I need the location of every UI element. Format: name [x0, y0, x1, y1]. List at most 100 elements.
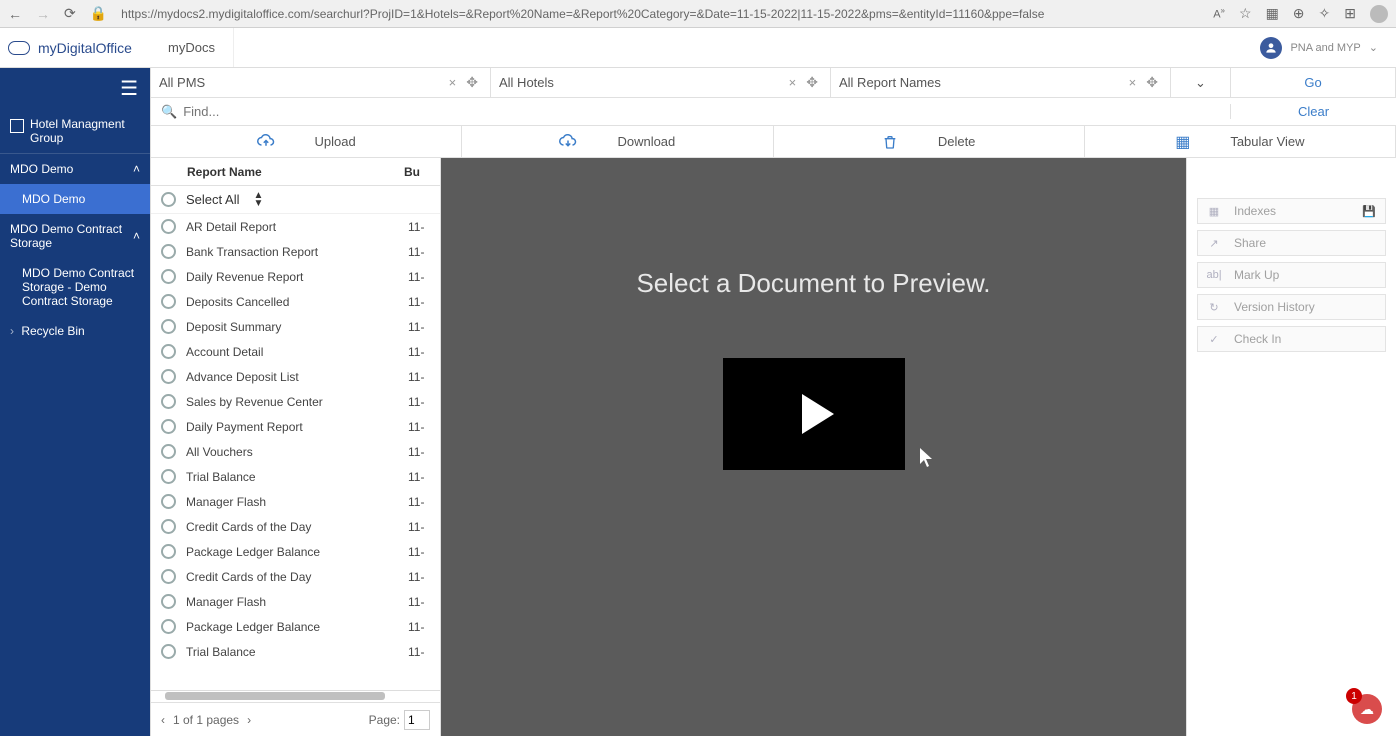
- upload-button[interactable]: Upload: [151, 126, 462, 157]
- row-radio[interactable]: [161, 269, 176, 284]
- text-size-icon[interactable]: A»: [1213, 6, 1225, 21]
- row-radio[interactable]: [161, 394, 176, 409]
- filter-pms[interactable]: All PMS × ✥: [151, 68, 491, 97]
- row-radio[interactable]: [161, 644, 176, 659]
- ext2-icon[interactable]: ⊕: [1293, 5, 1305, 22]
- report-row[interactable]: Credit Cards of the Day11-: [151, 514, 440, 539]
- report-row[interactable]: Trial Balance11-: [151, 639, 440, 664]
- url-bar[interactable]: https://mydocs2.mydigitaloffice.com/sear…: [121, 7, 1199, 21]
- preview-message: Select a Document to Preview.: [636, 268, 990, 299]
- caret-right-icon: ›: [10, 324, 14, 338]
- download-button[interactable]: Download: [462, 126, 773, 157]
- move-icon[interactable]: ✥: [802, 74, 822, 91]
- select-all-radio[interactable]: [161, 192, 176, 207]
- profile-avatar[interactable]: [1370, 5, 1388, 23]
- clear-button[interactable]: Clear: [1230, 104, 1396, 119]
- sidebar-item-recycle-bin[interactable]: › Recycle Bin: [0, 316, 150, 346]
- panel-check-in[interactable]: ✓ Check In: [1197, 326, 1386, 352]
- page-input[interactable]: [404, 710, 430, 730]
- clear-hotels-icon[interactable]: ×: [783, 75, 803, 90]
- row-report-name: Credit Cards of the Day: [186, 570, 398, 584]
- tab-mydocs[interactable]: myDocs: [150, 28, 234, 67]
- report-row[interactable]: Bank Transaction Report11-: [151, 239, 440, 264]
- row-radio[interactable]: [161, 219, 176, 234]
- row-radio[interactable]: [161, 444, 176, 459]
- tabular-view-button[interactable]: ▦ Tabular View: [1085, 126, 1396, 157]
- ext1-icon[interactable]: ▦: [1266, 5, 1279, 22]
- panel-markup[interactable]: ab| Mark Up: [1197, 262, 1386, 288]
- row-date: 11-: [408, 245, 430, 259]
- filter-hotels[interactable]: All Hotels × ✥: [491, 68, 831, 97]
- sidebar-section-contract-storage[interactable]: MDO Demo Contract Storage ˄: [0, 214, 150, 258]
- row-radio[interactable]: [161, 594, 176, 609]
- row-radio[interactable]: [161, 244, 176, 259]
- row-radio[interactable]: [161, 619, 176, 634]
- row-radio[interactable]: [161, 319, 176, 334]
- next-page-icon[interactable]: ›: [247, 713, 251, 727]
- row-radio[interactable]: [161, 544, 176, 559]
- filter-reports[interactable]: All Report Names × ✥: [831, 68, 1171, 97]
- filter-expand[interactable]: ⌄: [1171, 68, 1231, 97]
- report-row[interactable]: All Vouchers11-: [151, 439, 440, 464]
- user-menu[interactable]: PNA and MYP ⌄: [1260, 37, 1396, 59]
- row-radio[interactable]: [161, 294, 176, 309]
- ext3-icon[interactable]: ✧: [1319, 5, 1331, 22]
- collections-icon[interactable]: ⊞: [1344, 5, 1356, 22]
- sidebar-item-mdo-demo[interactable]: MDO Demo: [0, 184, 150, 214]
- report-row[interactable]: Trial Balance11-: [151, 464, 440, 489]
- row-radio[interactable]: [161, 469, 176, 484]
- search-input[interactable]: [183, 104, 1220, 119]
- report-row[interactable]: Daily Revenue Report11-: [151, 264, 440, 289]
- report-row[interactable]: Package Ledger Balance11-: [151, 614, 440, 639]
- go-button[interactable]: Go: [1231, 68, 1396, 97]
- report-row[interactable]: Deposits Cancelled11-: [151, 289, 440, 314]
- horizontal-scrollbar[interactable]: [151, 690, 440, 702]
- row-radio[interactable]: [161, 369, 176, 384]
- report-row[interactable]: Sales by Revenue Center11-: [151, 389, 440, 414]
- report-row[interactable]: Deposit Summary11-: [151, 314, 440, 339]
- report-row[interactable]: AR Detail Report11-: [151, 214, 440, 239]
- panel-share[interactable]: ↗ Share: [1197, 230, 1386, 256]
- report-scroll[interactable]: AR Detail Report11-Bank Transaction Repo…: [151, 214, 440, 690]
- row-radio[interactable]: [161, 344, 176, 359]
- sidebar-item-contract-storage[interactable]: MDO Demo Contract Storage - Demo Contrac…: [0, 258, 150, 316]
- row-radio[interactable]: [161, 494, 176, 509]
- menu-toggle-icon[interactable]: ☰: [0, 68, 150, 109]
- row-radio[interactable]: [161, 519, 176, 534]
- panel-version-history[interactable]: ↻ Version History: [1197, 294, 1386, 320]
- brand-logo[interactable]: myDigitalOffice: [0, 39, 150, 57]
- back-icon[interactable]: ←: [8, 6, 22, 22]
- report-row[interactable]: Manager Flash11-: [151, 589, 440, 614]
- col-report-name[interactable]: Report Name: [161, 165, 404, 179]
- report-row[interactable]: Account Detail11-: [151, 339, 440, 364]
- report-row[interactable]: Manager Flash11-: [151, 489, 440, 514]
- report-row[interactable]: Advance Deposit List11-: [151, 364, 440, 389]
- row-radio[interactable]: [161, 419, 176, 434]
- play-button[interactable]: [723, 358, 905, 470]
- report-row[interactable]: Daily Payment Report11-: [151, 414, 440, 439]
- row-date: 11-: [408, 495, 430, 509]
- select-all-row[interactable]: Select All ▲▼: [151, 186, 440, 214]
- report-row[interactable]: Package Ledger Balance11-: [151, 539, 440, 564]
- move-icon[interactable]: ✥: [1142, 74, 1162, 91]
- report-row[interactable]: Credit Cards of the Day11-: [151, 564, 440, 589]
- reload-icon[interactable]: ⟳: [64, 5, 76, 22]
- clear-pms-icon[interactable]: ×: [443, 75, 463, 90]
- sidebar-section-mdo-demo[interactable]: MDO Demo ˄: [0, 154, 150, 184]
- row-report-name: Daily Payment Report: [186, 420, 398, 434]
- clear-reports-icon[interactable]: ×: [1123, 75, 1143, 90]
- sidebar: ☰ Hotel Managment Group MDO Demo ˄ MDO D…: [0, 68, 150, 736]
- sort-icon[interactable]: ▲▼: [253, 192, 263, 208]
- row-report-name: Credit Cards of the Day: [186, 520, 398, 534]
- move-icon[interactable]: ✥: [462, 74, 482, 91]
- row-radio[interactable]: [161, 569, 176, 584]
- favorite-icon[interactable]: ☆: [1239, 5, 1252, 22]
- delete-button[interactable]: Delete: [774, 126, 1085, 157]
- row-date: 11-: [408, 595, 430, 609]
- sidebar-group-title[interactable]: Hotel Managment Group: [0, 109, 150, 154]
- col-bu[interactable]: Bu: [404, 165, 430, 179]
- notification-badge[interactable]: 1 ☁: [1352, 694, 1382, 724]
- panel-indexes[interactable]: ▦ Indexes 💾: [1197, 198, 1386, 224]
- prev-page-icon[interactable]: ‹: [161, 713, 165, 727]
- forward-icon[interactable]: →: [36, 6, 50, 22]
